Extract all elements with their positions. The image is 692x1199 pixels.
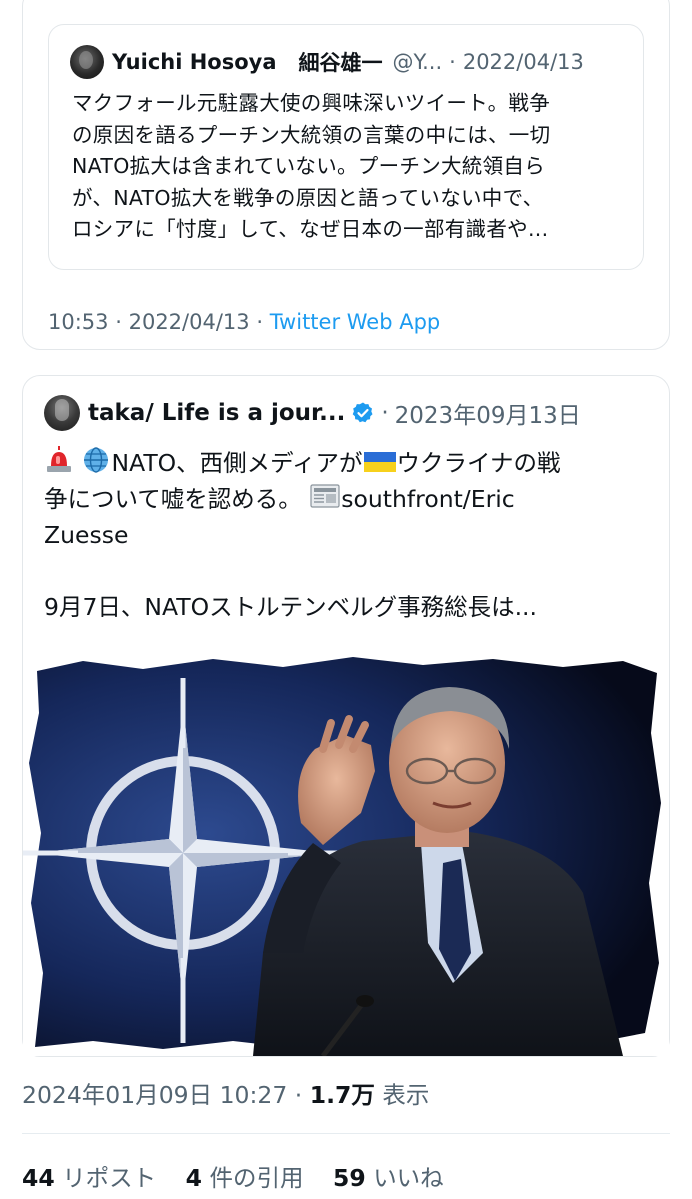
- views-count: 1.7万: [309, 1081, 375, 1109]
- separator-dot: ·: [256, 310, 264, 334]
- text-line: ロシアに「忖度」して、なぜ日本の一部有識者や...: [72, 217, 549, 241]
- text-segment: 争について嘘を認める。: [44, 485, 302, 513]
- reposts-stat[interactable]: 44 リポスト: [22, 1164, 156, 1192]
- quotes-label: 件の引用: [209, 1164, 304, 1192]
- text-line: マクフォール元駐露大使の興味深いツイート。戦争: [72, 91, 550, 115]
- text-line: 争について嘘を認める。 southfront/Eric: [44, 481, 654, 517]
- reposts-label: リポスト: [62, 1164, 157, 1192]
- quoted-tweet-date[interactable]: 2023年09月13日: [395, 396, 581, 430]
- reposts-count: 44: [22, 1164, 55, 1192]
- quoted-tweet-1-header: Yuichi Hosoya 細谷雄一 @Y... · 2022/04/13: [70, 44, 584, 80]
- tweet-date[interactable]: 2022/04/13: [129, 310, 250, 334]
- quoted-author-name[interactable]: taka/ Life is a jour...: [88, 400, 345, 426]
- tweet-datetime[interactable]: 2024年01月09日 10:27: [22, 1081, 287, 1109]
- source-app-link[interactable]: Twitter Web App: [270, 310, 441, 334]
- tweet-1-meta: 10:53 · 2022/04/13 · Twitter Web App: [48, 310, 440, 334]
- quoted-author-name[interactable]: Yuichi Hosoya: [112, 50, 277, 74]
- text-line: NATO、西側メディアが ウクライナの戦: [44, 445, 654, 481]
- quoted-author-jp-name[interactable]: 細谷雄一: [299, 47, 383, 77]
- verified-badge-icon: [353, 402, 373, 423]
- separator-dot: ·: [294, 1081, 303, 1109]
- divider: [22, 1133, 670, 1134]
- quoted-tweet-2-header: taka/ Life is a jour... · 2023年09月13日: [44, 393, 581, 433]
- quoted-tweet-date[interactable]: 2022/04/13: [463, 50, 584, 74]
- text-line: NATO拡大は含まれていない。プーチン大統領自ら: [72, 154, 546, 178]
- tweet-2-meta: 2024年01月09日 10:27 · 1.7万 表示: [22, 1076, 429, 1110]
- quotes-count: 4: [185, 1164, 203, 1192]
- text-segment: southfront/Eric: [341, 485, 515, 513]
- globe-icon: [84, 447, 109, 473]
- attached-photo[interactable]: [23, 653, 669, 1056]
- text-segment: NATO、西側メディアが: [111, 449, 363, 477]
- text-segment: ウクライナの戦: [396, 449, 561, 477]
- views-label: 表示: [382, 1081, 430, 1109]
- quoted-tweet-1-text: マクフォール元駐露大使の興味深いツイート。戦争 の原因を語るプーチン大統領の言葉…: [72, 88, 628, 246]
- text-line: 9月7日、NATOストルテンベルグ事務総長は...: [44, 593, 537, 621]
- likes-stat[interactable]: 59 いいね: [333, 1164, 444, 1192]
- avatar[interactable]: [44, 395, 80, 431]
- engagement-stats: 44 リポスト 4 件の引用 59 いいね: [22, 1159, 466, 1193]
- text-line: の原因を語るプーチン大統領の言葉の中には、一切: [72, 122, 551, 147]
- likes-label: いいね: [373, 1164, 444, 1192]
- rotating-light-icon: [47, 446, 71, 472]
- ukraine-flag-icon: [363, 452, 396, 472]
- separator-dot: ·: [381, 400, 389, 426]
- newspaper-icon: [310, 484, 340, 508]
- avatar[interactable]: [70, 45, 104, 79]
- separator-dot: ·: [449, 50, 456, 74]
- quotes-stat[interactable]: 4 件の引用: [186, 1164, 304, 1192]
- text-line: が、NATO拡大を戦争の原因と語っていない中で、: [72, 185, 544, 210]
- quoted-tweet-2-text: NATO、西側メディアが ウクライナの戦 争について嘘を認める。 southfr…: [44, 445, 654, 625]
- tweet-time[interactable]: 10:53: [48, 310, 109, 334]
- likes-count: 59: [333, 1164, 366, 1192]
- quoted-author-handle[interactable]: @Y...: [393, 50, 443, 74]
- text-line: Zuesse: [44, 521, 129, 549]
- separator-dot: ·: [115, 310, 122, 334]
